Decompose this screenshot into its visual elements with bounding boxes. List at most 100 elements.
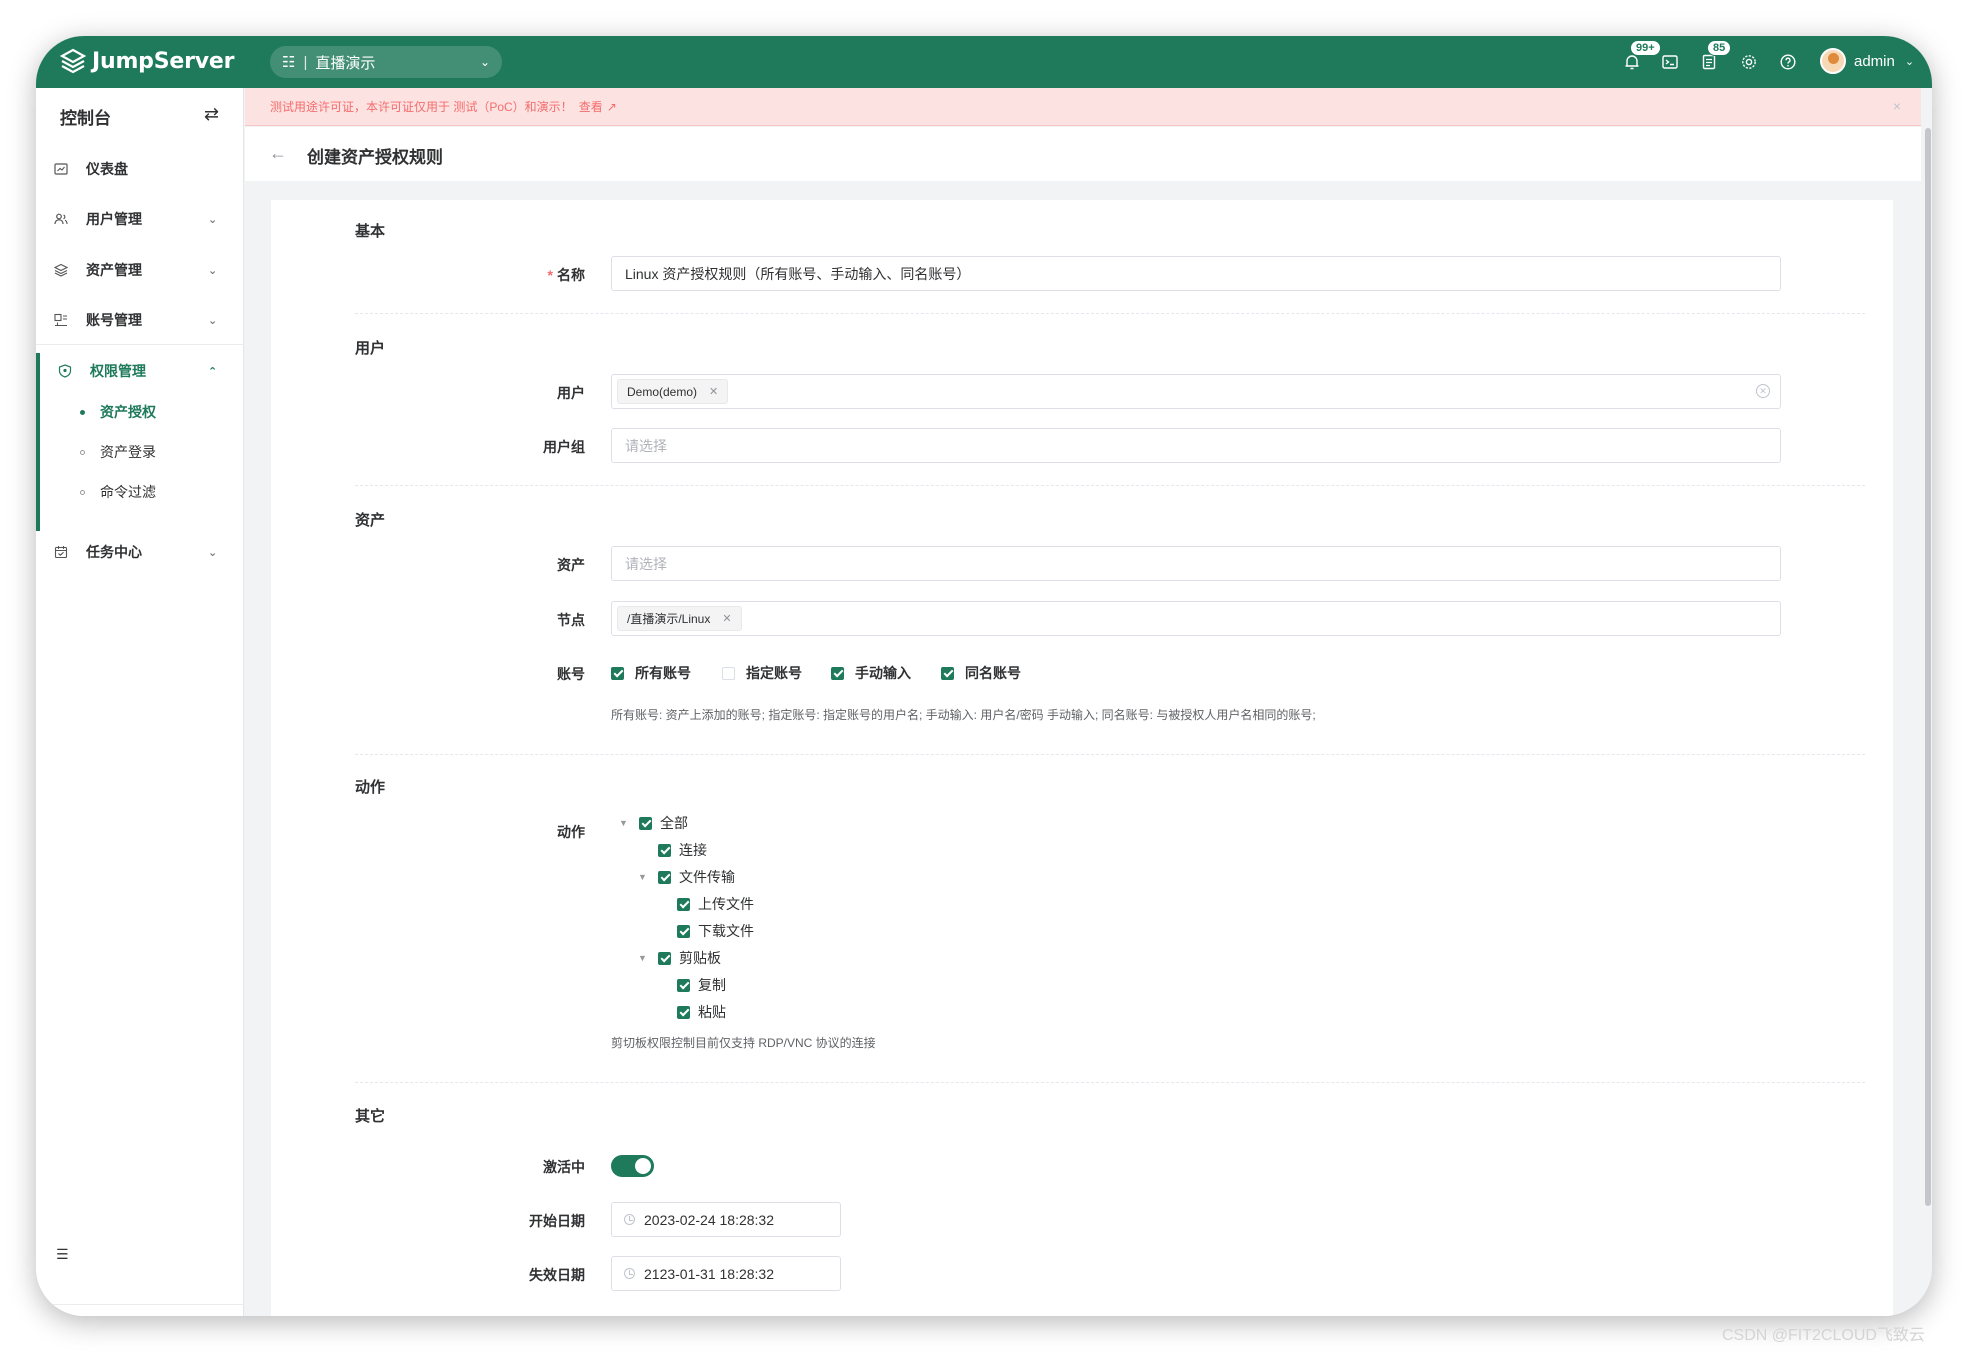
- tree-node-paste[interactable]: 粘贴: [657, 1002, 726, 1022]
- users-select[interactable]: Demo(demo) ✕ ✕: [611, 374, 1781, 409]
- date-expired-input[interactable]: 2123-01-31 18:28:32: [611, 1256, 841, 1291]
- notification-bell-icon[interactable]: 99+: [1620, 40, 1661, 74]
- checkbox-specified-accounts[interactable]: 指定账号: [722, 663, 802, 683]
- caret-down-icon[interactable]: ▼: [638, 953, 652, 963]
- tag-close-icon[interactable]: ✕: [709, 385, 718, 398]
- tree-node-all[interactable]: ▼ 全部: [619, 813, 688, 833]
- sidebar-item-label: 资产管理: [86, 262, 142, 278]
- sidebar-title: 控制台: [60, 109, 111, 128]
- sidebar-subitem-label: 资产登录: [100, 444, 156, 460]
- sidebar-subitem-command-filter[interactable]: 命令过滤: [36, 474, 244, 510]
- sidebar-subitem-label: 资产授权: [100, 404, 156, 420]
- section-divider: [355, 1082, 1865, 1083]
- close-icon[interactable]: ×: [1893, 98, 1901, 114]
- checkbox-all-accounts[interactable]: 所有账号: [611, 663, 691, 683]
- sidebar-subitem-asset-login[interactable]: 资产登录: [36, 434, 244, 470]
- ticket-icon[interactable]: 85: [1697, 40, 1732, 74]
- date-expired-value: 2123-01-31 18:28:32: [644, 1265, 774, 1282]
- sidebar-item-task-center[interactable]: 任务中心 ⌄: [36, 530, 244, 574]
- sidebar-item-assets[interactable]: 资产管理 ⌄: [36, 248, 244, 292]
- sitemap-icon: ☷: [282, 54, 296, 71]
- assets-select[interactable]: 请选择: [611, 546, 1781, 581]
- page-title: 创建资产授权规则: [307, 148, 443, 167]
- assets-label: 资产: [557, 557, 585, 573]
- sidebar-divider: [36, 344, 244, 345]
- tree-node-connect[interactable]: 连接: [638, 840, 707, 860]
- caret-down-icon[interactable]: ▼: [638, 872, 652, 882]
- checkbox-same-name-account[interactable]: 同名账号: [941, 663, 1021, 683]
- clear-icon[interactable]: ✕: [1756, 384, 1770, 398]
- tree-node-upload-file[interactable]: 上传文件: [657, 894, 754, 914]
- sidebar-item-users[interactable]: 用户管理 ⌄: [36, 197, 244, 241]
- tree-node-clipboard[interactable]: ▼ 剪贴板: [638, 948, 721, 968]
- collapse-sidebar-icon[interactable]: ☰: [56, 1246, 69, 1263]
- sidebar-item-permissions[interactable]: 权限管理 ⌃: [36, 349, 244, 393]
- ticket-badge: 85: [1707, 40, 1732, 56]
- active-toggle[interactable]: [611, 1155, 654, 1177]
- sidebar-item-dashboard[interactable]: 仪表盘: [36, 147, 244, 191]
- app-window: JumpServer ☷ | 直播演示 ⌄ 99+ 85 admin ⌄ 控制台…: [36, 36, 1932, 1316]
- logo[interactable]: JumpServer: [60, 48, 234, 74]
- dashboard-icon: [54, 162, 68, 176]
- date-start-input[interactable]: 2023-02-24 18:28:32: [611, 1202, 841, 1237]
- actions-label: 动作: [557, 824, 585, 840]
- users-icon: [54, 212, 68, 226]
- alert-link[interactable]: 查看: [579, 98, 603, 115]
- checkbox-checked-icon[interactable]: [658, 843, 671, 857]
- chevron-down-icon: ⌄: [208, 546, 218, 559]
- org-label: 直播演示: [315, 54, 376, 72]
- tree-node-download-file[interactable]: 下载文件: [657, 921, 754, 941]
- checkbox-checked-icon[interactable]: [658, 951, 671, 965]
- back-arrow-icon[interactable]: ←: [269, 143, 287, 164]
- required-mark: *: [547, 267, 553, 283]
- avatar: [1820, 48, 1846, 74]
- org-select[interactable]: ☷ | 直播演示 ⌄: [270, 46, 502, 78]
- checkbox-manual-input[interactable]: 手动输入: [831, 663, 911, 683]
- tag-close-icon[interactable]: ✕: [722, 612, 731, 625]
- switch-view-icon[interactable]: ⇄: [204, 104, 219, 125]
- checkbox-checked-icon[interactable]: [677, 978, 690, 992]
- checkbox-checked-icon: [941, 666, 954, 680]
- chevron-down-icon: ⌄: [479, 55, 490, 69]
- tree-node-copy[interactable]: 复制: [657, 975, 726, 995]
- sidebar-item-label: 账号管理: [86, 312, 142, 328]
- users-label: 用户: [557, 385, 585, 401]
- section-divider: [355, 485, 1865, 486]
- nodes-select[interactable]: /直播演示/Linux ✕: [611, 601, 1781, 636]
- user-groups-label: 用户组: [543, 439, 585, 455]
- page-header: ← 创建资产授权规则: [245, 127, 1921, 181]
- scrollbar[interactable]: [1925, 128, 1931, 1206]
- sidebar-item-accounts[interactable]: 账号管理 ⌄: [36, 298, 244, 342]
- checkbox-checked-icon[interactable]: [658, 870, 671, 884]
- help-icon[interactable]: [1776, 50, 1800, 74]
- user-groups-select[interactable]: 请选择: [611, 428, 1781, 463]
- checkbox-checked-icon[interactable]: [677, 924, 690, 938]
- date-start-value: 2023-02-24 18:28:32: [644, 1211, 774, 1228]
- jumpserver-logo-icon: [60, 48, 86, 74]
- checkbox-checked-icon[interactable]: [639, 816, 652, 830]
- node-tag: /直播演示/Linux ✕: [617, 606, 742, 631]
- gear-icon[interactable]: [1737, 50, 1761, 74]
- external-link-icon[interactable]: ↗: [607, 100, 617, 114]
- date-start-label: 开始日期: [529, 1213, 585, 1229]
- checkbox-checked-icon[interactable]: [677, 897, 690, 911]
- org-separator: |: [303, 53, 308, 71]
- notification-badge: 99+: [1630, 40, 1661, 56]
- checkbox-checked-icon[interactable]: [677, 1005, 690, 1019]
- license-alert: 测试用途许可证，本许可证仅用于 测试（PoC）和演示！ 查看 ↗ ×: [245, 88, 1921, 126]
- section-title-basic: 基本: [355, 223, 386, 240]
- layers-icon: [53, 263, 69, 277]
- sidebar-subitem-asset-permission[interactable]: 资产授权: [36, 394, 244, 430]
- bullet-icon: [80, 409, 85, 415]
- section-title-action: 动作: [355, 779, 386, 796]
- sidebar-item-label: 任务中心: [86, 544, 142, 560]
- caret-down-icon[interactable]: ▼: [619, 818, 633, 828]
- tree-node-file-transfer[interactable]: ▼ 文件传输: [638, 867, 735, 887]
- top-header: JumpServer ☷ | 直播演示 ⌄ 99+ 85 admin ⌄: [36, 36, 1932, 88]
- account-icon: [54, 313, 68, 327]
- shield-icon: [58, 364, 72, 378]
- terminal-icon[interactable]: [1658, 50, 1682, 74]
- main-content: 测试用途许可证，本许可证仅用于 测试（PoC）和演示！ 查看 ↗ × 工单 ← …: [245, 88, 1932, 1316]
- name-input[interactable]: Linux 资产授权规则（所有账号、手动输入、同名账号）: [611, 256, 1781, 291]
- user-menu[interactable]: admin ⌄: [1820, 48, 1914, 74]
